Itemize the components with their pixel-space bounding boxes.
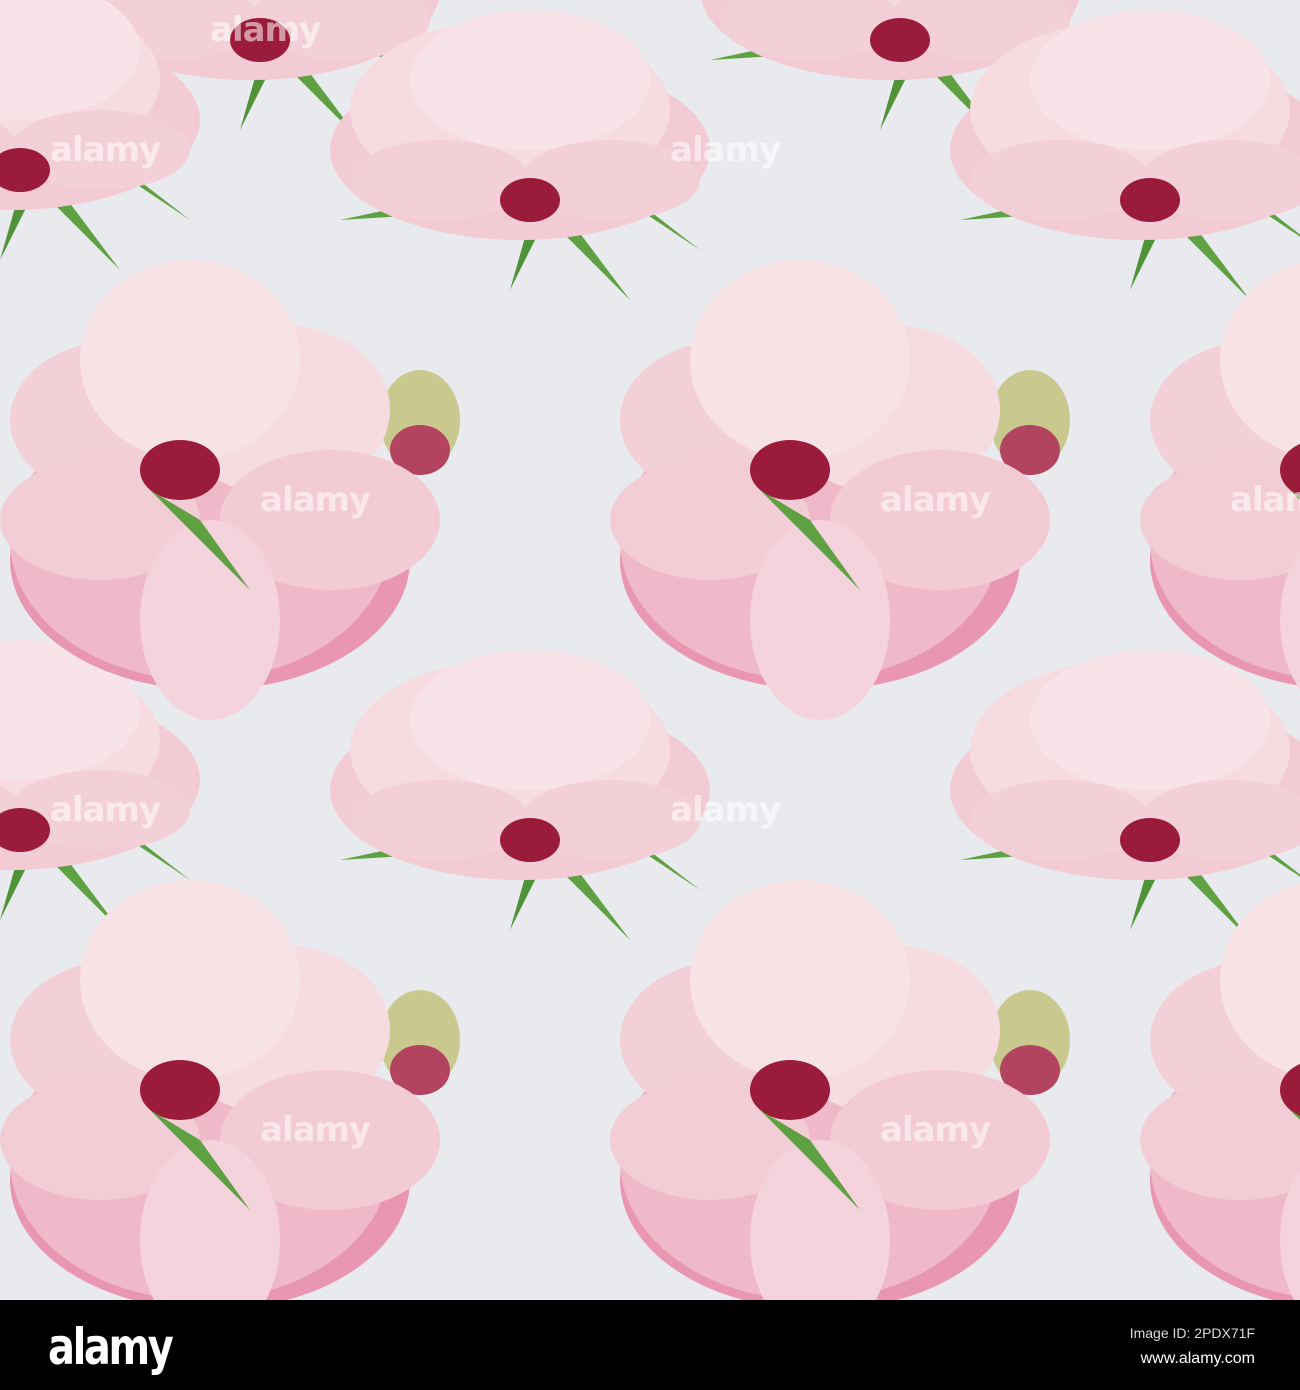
peony-pattern-image: alamy alamy alamy alamy alamy alamy alamy alamy… bbox=[0, 0, 1300, 1300]
peony-flower-small bbox=[330, 650, 710, 940]
watermark: alamy bbox=[880, 480, 991, 520]
peony-flower-small bbox=[330, 10, 710, 300]
watermark: alamy bbox=[210, 10, 321, 50]
peony-flower-small bbox=[950, 650, 1300, 940]
watermark: alamy bbox=[260, 1110, 371, 1150]
alamy-logo: alamy bbox=[48, 1318, 174, 1376]
image-id: Image ID: 2PDX71F bbox=[1129, 1325, 1255, 1341]
watermark: alamy bbox=[50, 130, 161, 170]
peony-flower-large bbox=[0, 880, 500, 1300]
watermark: alamy bbox=[50, 790, 161, 830]
peony-flower-large bbox=[610, 880, 1110, 1300]
footer-bar: alamy Image ID: 2PDX71F www.alamy.com bbox=[0, 1300, 1300, 1390]
peony-pattern bbox=[0, 0, 1300, 1300]
peony-flower-large bbox=[610, 260, 1110, 720]
website-link[interactable]: www.alamy.com bbox=[1141, 1350, 1255, 1368]
watermark: alamy bbox=[670, 790, 781, 830]
peony-flower-large bbox=[0, 260, 500, 720]
watermark: alamy bbox=[670, 130, 781, 170]
watermark: alamy bbox=[260, 480, 371, 520]
peony-flower-large bbox=[1140, 880, 1300, 1300]
watermark: alamy bbox=[880, 1110, 991, 1150]
watermark: alamy bbox=[1230, 480, 1300, 520]
